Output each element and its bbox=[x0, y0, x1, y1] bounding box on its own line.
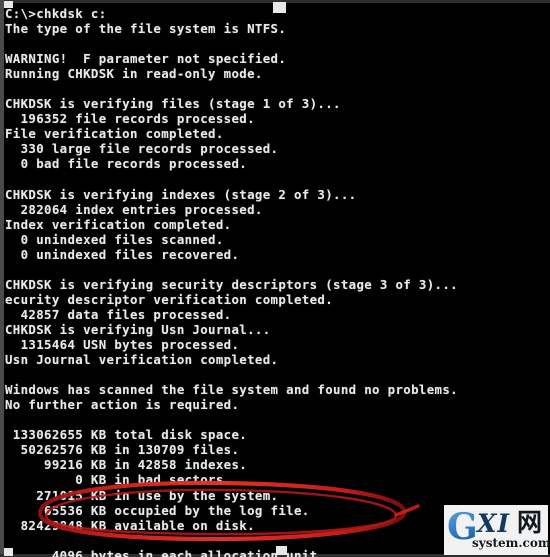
console-line: CHKDSK is verifying indexes (stage 2 of … bbox=[5, 186, 357, 202]
command-prompt-window: C:\>chkdsk c: The type of the file system… bbox=[0, 0, 550, 557]
console-line: 282064 index entries processed. bbox=[5, 201, 263, 217]
console-line: 196352 file records processed. bbox=[5, 111, 255, 127]
console-line: 65536 KB occupied by the log file. bbox=[5, 502, 310, 518]
console-line: Windows has scanned the file system and … bbox=[5, 382, 458, 398]
watermark-logo-cjk: 网 bbox=[517, 508, 543, 537]
console-line: Running CHKDSK in read-only mode. bbox=[5, 66, 263, 82]
console-line: 4096 bytes in each allocation unit. bbox=[5, 547, 326, 557]
console-line: 1315464 USN bytes processed. bbox=[5, 337, 240, 353]
console-line: WARNING! F parameter not specified. bbox=[5, 51, 287, 67]
console-output-text: C:\>chkdsk c: The type of the file system… bbox=[5, 6, 465, 557]
console-line: 0 unindexed files recovered. bbox=[5, 246, 240, 262]
console-line: No further action is required. bbox=[5, 397, 240, 413]
console-line: 271015 KB in use by the system. bbox=[5, 487, 279, 503]
console-line: The type of the file system is NTFS. bbox=[5, 21, 287, 37]
console-line: 42857 data files processed. bbox=[5, 306, 232, 322]
console-line: CHKDSK is verifying security descriptors… bbox=[5, 276, 458, 292]
watermark-domain: system.com bbox=[472, 536, 550, 550]
console-line: ecurity descriptor verification complete… bbox=[5, 291, 334, 307]
console-line: 0 KB in bad sectors. bbox=[5, 472, 232, 488]
watermark-logo-italic: XI bbox=[477, 509, 511, 538]
console-line: 82429848 KB available on disk. bbox=[5, 517, 255, 533]
site-watermark: G XI 网 system.com bbox=[444, 505, 550, 555]
console-line: CHKDSK is verifying files (stage 1 of 3)… bbox=[5, 96, 341, 112]
console-line: C:\>chkdsk c: bbox=[5, 6, 107, 21]
console-line: 99216 KB in 42858 indexes. bbox=[5, 457, 248, 473]
console-line: 50262576 KB in 130709 files. bbox=[5, 442, 240, 458]
console-line: 133062655 KB total disk space. bbox=[5, 427, 248, 443]
console-line: 0 unindexed files scanned. bbox=[5, 231, 224, 247]
console-line: 0 bad file records processed. bbox=[5, 156, 248, 172]
console-line: 330 large file records processed. bbox=[5, 141, 279, 157]
console-line: File verification completed. bbox=[5, 126, 224, 142]
window-frame-left-edge bbox=[0, 0, 4, 557]
console-line: Usn Journal verification completed. bbox=[5, 352, 279, 368]
window-frame-top-edge bbox=[0, 0, 550, 3]
console-line: CHKDSK is verifying Usn Journal... bbox=[5, 321, 271, 337]
console-line: Index verification completed. bbox=[5, 216, 232, 232]
